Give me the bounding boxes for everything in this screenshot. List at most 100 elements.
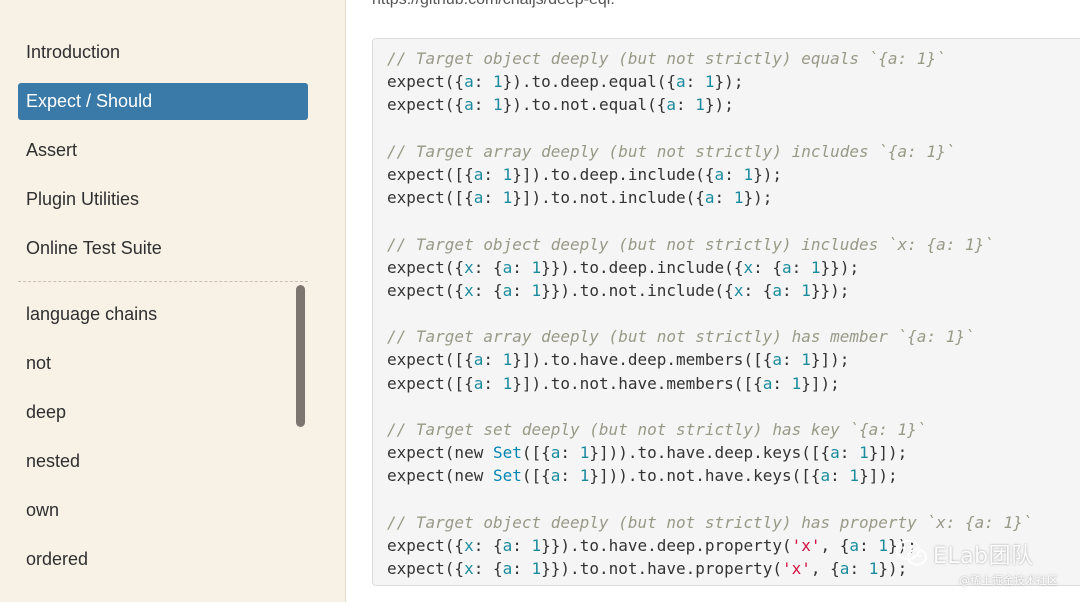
code-token-plain: , { bbox=[820, 535, 850, 555]
sidebar-item-introduction[interactable]: Introduction bbox=[18, 34, 308, 71]
code-token-prop: x bbox=[464, 535, 474, 555]
code-token-prop: a bbox=[464, 72, 474, 92]
code-line: expect([{a: 1}]).to.not.include({a: 1}); bbox=[387, 186, 1080, 209]
code-token-plain: : bbox=[483, 188, 503, 208]
code-token-plain: }]).to.not.have.members([{ bbox=[512, 373, 763, 393]
code-token-num: 1 bbox=[531, 280, 542, 300]
code-line: expect(new Set([{a: 1}])).to.have.deep.k… bbox=[387, 441, 1080, 464]
code-token-plain: }]).to.have.deep.members([{ bbox=[512, 350, 773, 370]
wechat-icon bbox=[896, 540, 927, 566]
sidebar-subitem-not[interactable]: not bbox=[18, 345, 288, 382]
code-token-plain: : { bbox=[753, 257, 782, 277]
sidebar-subitem-own[interactable]: own bbox=[18, 492, 288, 529]
code-token-prop: a bbox=[820, 466, 831, 486]
sidebar-item-assert[interactable]: Assert bbox=[18, 132, 308, 169]
code-token-num: 1 bbox=[859, 443, 869, 463]
code-line: // Target set deeply (but not strictly) … bbox=[387, 418, 1080, 441]
code-token-plain: : bbox=[512, 535, 532, 555]
code-token-num: 1 bbox=[502, 350, 513, 370]
sidebar-nav: Introduction Expect / Should Assert Plug… bbox=[18, 34, 308, 279]
code-line: // Target array deeply (but not strictly… bbox=[387, 140, 1080, 163]
watermark-subtitle: @稀土掘金技术社区 bbox=[959, 574, 1058, 587]
code-token-prop: a bbox=[550, 443, 561, 463]
code-token-plain: : bbox=[714, 188, 734, 208]
code-token-plain: : bbox=[724, 164, 744, 184]
code-token-comment: // Target object deeply (but not strictl… bbox=[387, 512, 1033, 532]
code-token-plain: }]).to.deep.include({ bbox=[512, 164, 715, 184]
code-token-plain: }}).to.not.have.property( bbox=[541, 559, 782, 579]
sidebar-subitem-nested[interactable]: nested bbox=[18, 443, 288, 480]
code-token-plain: expect([{ bbox=[387, 350, 474, 370]
code-token-plain: : bbox=[512, 280, 532, 300]
code-token-plain: expect(new bbox=[387, 443, 493, 463]
code-token-plain: expect([{ bbox=[387, 188, 474, 208]
watermark-title: ELab团队 bbox=[933, 544, 1034, 569]
code-token-plain: : bbox=[473, 95, 493, 115]
code-token-plain: }); bbox=[753, 164, 782, 184]
code-token-prop: a bbox=[502, 559, 513, 579]
code-token-builtin: Set bbox=[492, 466, 522, 486]
code-token-num: 1 bbox=[791, 373, 802, 393]
code-token-plain: }}).to.deep.include({ bbox=[541, 257, 744, 277]
sidebar-subitem-language-chains[interactable]: language chains bbox=[18, 296, 288, 333]
code-token-prop: a bbox=[502, 280, 513, 300]
code-token-plain: : bbox=[839, 443, 860, 463]
code-token-prop: x bbox=[464, 559, 474, 579]
sidebar-subitem-deep[interactable]: deep bbox=[18, 394, 288, 431]
code-token-plain: }]); bbox=[801, 373, 840, 393]
code-token-plain: : bbox=[782, 280, 802, 300]
code-token-prop: a bbox=[473, 164, 484, 184]
code-token-plain: : { bbox=[473, 257, 503, 277]
code-token-prop: a bbox=[473, 373, 484, 393]
code-line: expect({a: 1}).to.deep.equal({a: 1}); bbox=[387, 70, 1080, 93]
code-token-num: 1 bbox=[531, 535, 542, 555]
deep-eql-link[interactable]: https://github.com/chaijs/deep-eql. bbox=[372, 0, 615, 9]
code-token-num: 1 bbox=[868, 559, 879, 579]
code-token-plain: }); bbox=[743, 188, 773, 208]
sidebar-subitem-ordered[interactable]: ordered bbox=[18, 541, 288, 578]
code-token-plain: : bbox=[560, 443, 580, 463]
sidebar-item-expect-should[interactable]: Expect / Should bbox=[18, 83, 308, 120]
sidebar-item-plugin-utilities[interactable]: Plugin Utilities bbox=[18, 181, 308, 218]
code-token-plain: expect({ bbox=[387, 280, 465, 300]
code-token-comment: // Target array deeply (but not strictly… bbox=[387, 327, 975, 347]
code-token-plain: : bbox=[859, 535, 879, 555]
code-token-prop: a bbox=[772, 350, 782, 370]
sidebar-item-online-test-suite[interactable]: Online Test Suite bbox=[18, 230, 308, 267]
code-token-num: 1 bbox=[492, 72, 503, 92]
code-token-plain: : bbox=[685, 72, 705, 92]
code-token-prop: a bbox=[704, 188, 715, 208]
code-token-prop: a bbox=[849, 535, 860, 555]
code-token-num: 1 bbox=[579, 466, 590, 486]
code-line: expect([{a: 1}]).to.not.have.members([{a… bbox=[387, 372, 1080, 395]
code-token-num: 1 bbox=[801, 280, 811, 300]
code-token-prop: a bbox=[676, 72, 686, 92]
code-line: // Target object deeply (but not strictl… bbox=[387, 233, 1080, 256]
sidebar-scrollbar-thumb[interactable] bbox=[296, 285, 305, 427]
code-token-plain: }}); bbox=[810, 280, 850, 300]
code-token-plain: : bbox=[483, 350, 503, 370]
code-line: expect([{ a: 1}]).to.have.deep.members([{… bbox=[387, 348, 1080, 371]
code-token-plain: : { bbox=[473, 280, 503, 300]
code-token-num: 1 bbox=[810, 257, 821, 277]
code-token-prop: a bbox=[473, 188, 484, 208]
code-token-num: 1 bbox=[502, 188, 513, 208]
code-token-plain: ([{ bbox=[521, 443, 551, 463]
sidebar: Introduction Expect / Should Assert Plug… bbox=[0, 0, 346, 602]
code-token-plain: expect(new bbox=[387, 466, 493, 486]
code-token-prop: a bbox=[772, 280, 782, 300]
code-token-prop: x bbox=[733, 280, 744, 300]
code-token-plain: : bbox=[483, 373, 503, 393]
code-token-plain: }]); bbox=[868, 443, 908, 463]
code-token-plain: : { bbox=[473, 559, 503, 579]
code-token-plain: }); bbox=[714, 72, 744, 92]
code-token-plain: }}).to.have.deep.property( bbox=[541, 535, 792, 555]
code-token-plain: : bbox=[849, 559, 869, 579]
code-token-plain: expect({ bbox=[387, 95, 465, 115]
code-token-str: 'x' bbox=[781, 559, 811, 579]
code-token-plain: : { bbox=[743, 280, 773, 300]
code-token-comment: // Target object deeply (but not strictl… bbox=[387, 234, 994, 254]
